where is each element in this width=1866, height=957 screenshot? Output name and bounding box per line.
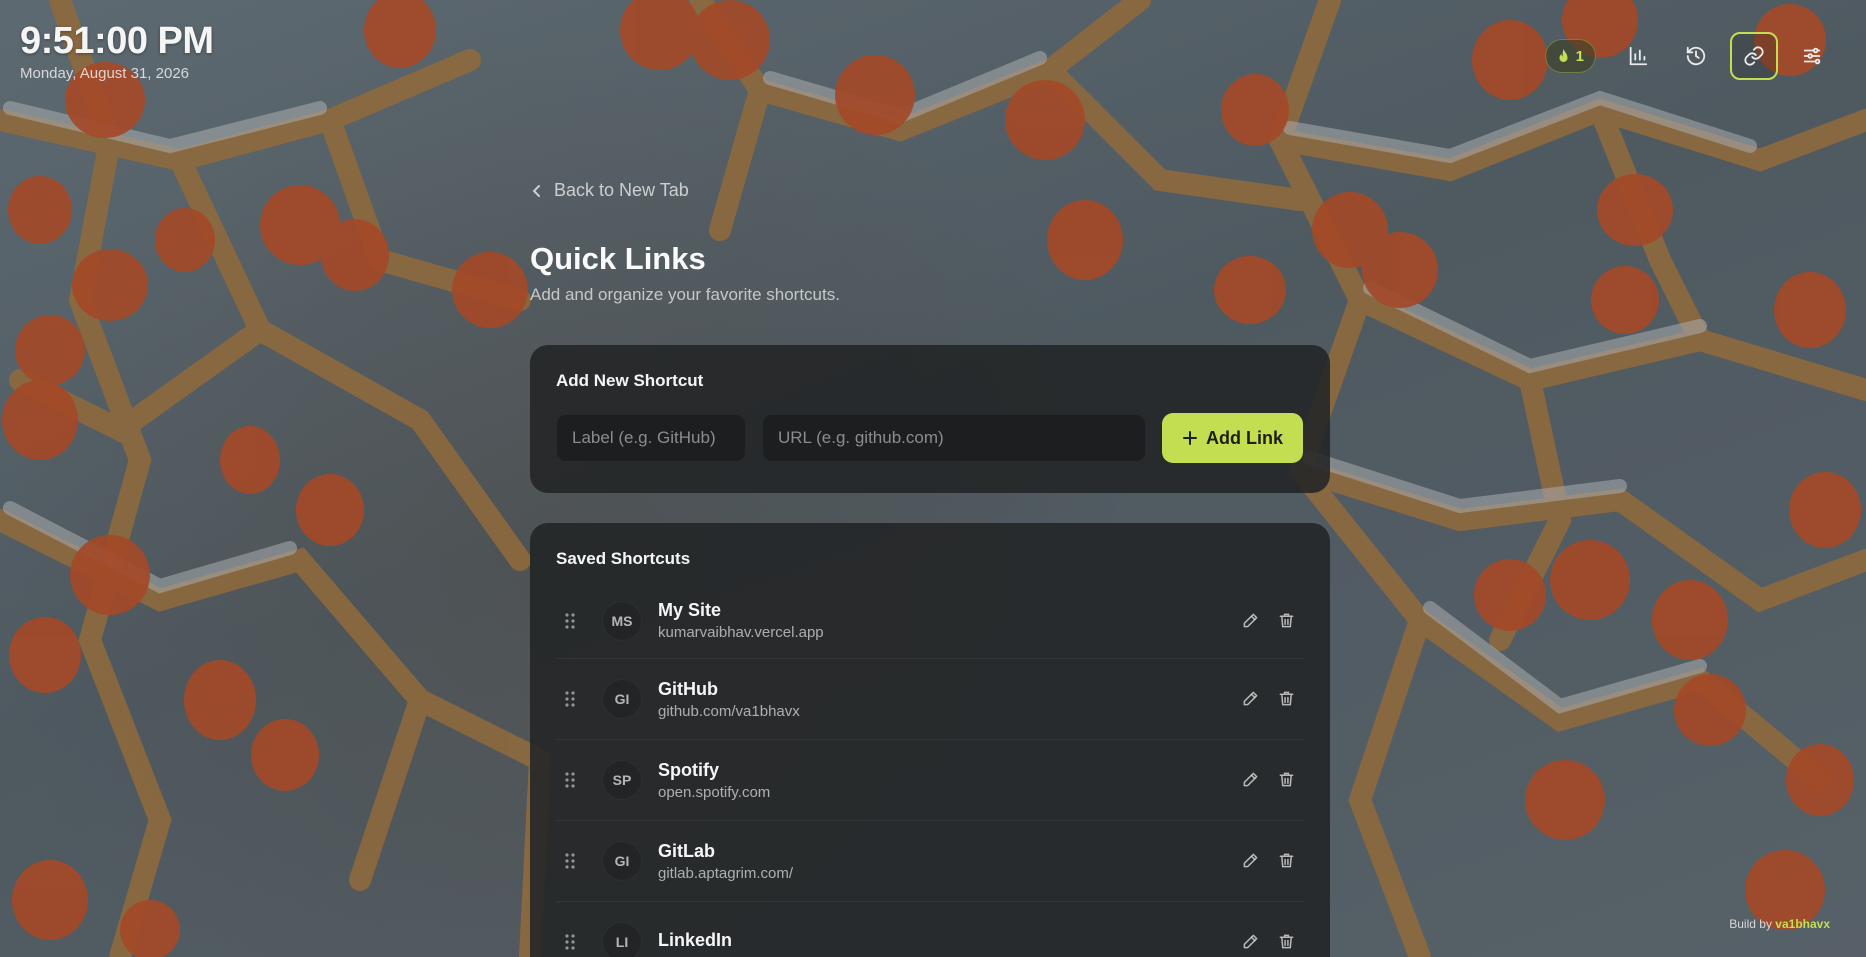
list-item[interactable]: MS My Site kumarvaibhav.vercel.app [556,583,1304,659]
credit-author-link[interactable]: va1bhavx [1775,917,1830,931]
streak-count: 1 [1575,47,1584,65]
add-shortcut-card: Add New Shortcut Label (e.g. GitHub) URL… [530,345,1330,493]
add-shortcut-heading: Add New Shortcut [556,371,704,390]
edit-icon[interactable] [1242,612,1260,630]
shortcut-list: MS My Site kumarvaibhav.vercel.app GI Gi… [556,583,1304,957]
back-link-label: Back to New Tab [554,180,689,200]
clock-widget: 9:51:00 PM Monday, August 31, 2026 [20,20,214,82]
flame-icon [1557,48,1570,64]
shortcut-name: GitLab [658,840,715,861]
drag-handle-icon[interactable] [564,933,578,951]
shortcut-name: LinkedIn [658,930,733,950]
bar-chart-icon [1627,45,1649,67]
trash-icon[interactable] [1278,612,1296,630]
page-subtitle: Add and organize your favorite shortcuts… [530,285,840,304]
add-link-button[interactable]: Add Link [1162,413,1303,463]
link-icon [1743,45,1765,67]
list-item[interactable]: LI LinkedIn [556,902,1304,957]
trash-icon[interactable] [1278,771,1296,789]
settings-button[interactable] [1788,32,1836,80]
drag-handle-icon[interactable] [564,690,578,708]
quick-links-page: Back to New Tab Quick Links Add and orga… [530,180,1330,957]
chevron-left-icon [530,184,544,198]
avatar: SP [602,760,642,800]
edit-icon[interactable] [1242,771,1260,789]
add-link-label: Add Link [1206,427,1283,448]
shortcut-name: GitHub [658,678,718,699]
list-item[interactable]: GI GitHub github.com/va1bhavx [556,659,1304,740]
trash-icon[interactable] [1278,933,1296,951]
back-link[interactable]: Back to New Tab [530,180,1330,201]
edit-icon[interactable] [1242,933,1260,951]
avatar: GI [602,679,642,719]
credit-prefix: Build by [1729,917,1772,931]
avatar: GI [602,841,642,881]
avatar: MS [602,600,642,641]
shortcut-name: Spotify [658,759,719,780]
shortcut-url: gitlab.aptagrim.com/ [658,864,794,882]
shortcut-url: kumarvaibhav.vercel.app [658,624,824,641]
edit-icon[interactable] [1242,852,1260,870]
plus-icon [1182,430,1198,446]
clock-date: Monday, August 31, 2026 [20,65,190,82]
history-icon [1685,45,1707,67]
edit-icon[interactable] [1242,690,1260,708]
trash-icon[interactable] [1278,852,1296,870]
avatar: LI [602,922,642,957]
drag-handle-icon[interactable] [564,612,578,630]
list-item[interactable]: SP Spotify open.spotify.com [556,740,1304,821]
drag-handle-icon[interactable] [564,771,578,789]
footer-credit: Build by va1bhavx [1729,917,1830,931]
stats-button[interactable] [1614,32,1662,80]
list-item[interactable]: GI GitLab gitlab.aptagrim.com/ [556,821,1304,902]
saved-shortcuts-card: Saved Shortcuts MS My Site kumarvaibhav.… [530,523,1330,957]
page-title: Quick Links [530,241,706,276]
url-input[interactable]: URL (e.g. github.com) [762,414,1146,462]
trash-icon[interactable] [1278,690,1296,708]
sliders-icon [1801,45,1823,67]
shortcut-url: github.com/va1bhavx [658,702,800,720]
label-input[interactable]: Label (e.g. GitHub) [556,414,746,462]
top-toolbar: 1 [1544,32,1836,80]
streak-badge[interactable]: 1 [1544,39,1596,73]
drag-handle-icon[interactable] [564,852,578,870]
shortcut-url: open.spotify.com [658,783,771,801]
saved-shortcuts-heading: Saved Shortcuts [556,549,691,568]
quick-links-button[interactable] [1730,32,1778,80]
clock-time: 9:51:00 PM [20,20,214,62]
shortcut-name: My Site [658,600,722,620]
history-button[interactable] [1672,32,1720,80]
